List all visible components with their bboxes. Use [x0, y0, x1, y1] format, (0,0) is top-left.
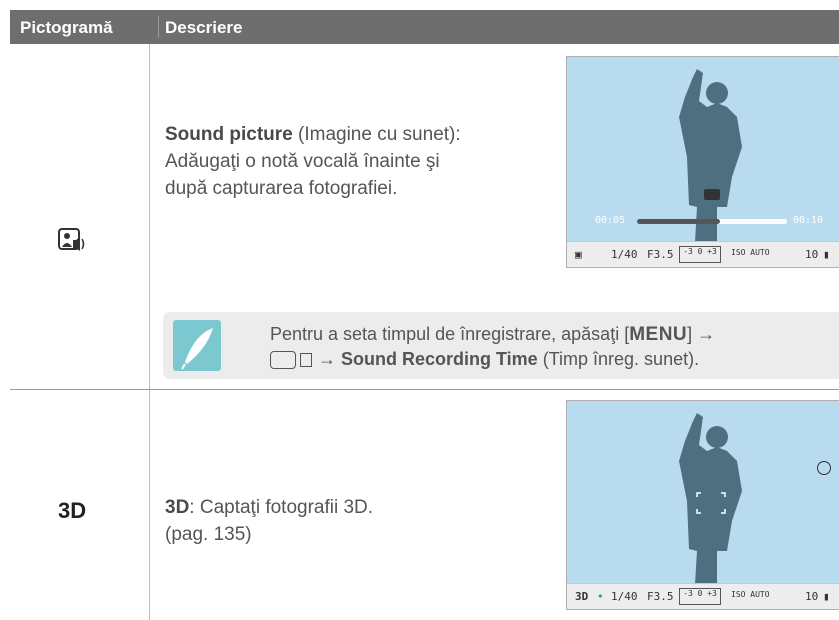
shots-remaining: 10 [805, 590, 819, 603]
recording-progress-fill [637, 219, 720, 224]
column-divider [149, 44, 150, 389]
note-line2-arrow: → [318, 349, 336, 369]
battery-icon: ▮ [823, 590, 830, 603]
recording-progress-bar [637, 219, 787, 224]
sound-picture-title-suffix: (Imagine cu sunet): [292, 124, 461, 145]
description-column-header: Descriere [165, 18, 243, 37]
header-divider [158, 16, 159, 38]
row-divider [10, 389, 839, 390]
menu-page-3-icon [300, 353, 312, 368]
shutter-speed: 1/40 [611, 590, 638, 603]
aperture-value: F3.5 [647, 248, 674, 261]
record-camera-icon [704, 189, 720, 200]
pen-tip-icon [173, 320, 221, 371]
icon-column-header: Pictogramă [20, 18, 113, 37]
sound-picture-title: Sound picture [165, 124, 293, 145]
aperture-value: F3.5 [647, 590, 674, 603]
3d-description: 3D: Captaţi fotografii 3D. (pag. 135) [165, 494, 373, 548]
sound-picture-description: Sound picture (Imagine cu sunet): Adăuga… [165, 121, 461, 202]
child-silhouette-image [679, 413, 742, 584]
3d-mode-icon: 3D [575, 590, 589, 603]
camera-settings-icon [270, 351, 296, 370]
exposure-scale: -3 0 +3 [679, 588, 721, 605]
recording-time-end: 00:10 [793, 215, 824, 226]
exposure-scale: -3 0 +3 [679, 246, 721, 263]
flash-off-icon [817, 461, 831, 475]
note-line2-suffix: (Timp înreg. sunet). [537, 349, 700, 369]
recording-time-start: 00:05 [595, 215, 626, 226]
3d-title: 3D [165, 497, 190, 518]
shutter-speed: 1/40 [611, 248, 638, 261]
table-header: Pictogramă Descriere [10, 10, 839, 44]
note-line1-prefix: Pentru a seta timpul de înregistrare, ap… [270, 324, 630, 344]
iso-indicator: ISO AUTO [731, 248, 770, 257]
3d-icon: 3D [58, 498, 87, 523]
3d-page-reference: (pag. 135) [165, 524, 252, 545]
note-line1-suffix: ] → [687, 324, 716, 344]
camera-status-bar: 3D • 1/40 F3.5 -3 0 +3 ISO AUTO 10 ▮ [567, 583, 839, 609]
focus-indicator-icon: • [597, 590, 604, 603]
sound-picture-icon [58, 226, 88, 261]
sound-picture-mode-icon: ▣ [575, 248, 582, 261]
3d-title-suffix: : Captaţi fotografii 3D. [189, 497, 374, 518]
sound-picture-line2: Adăugaţi o notă vocală înainte şi [165, 151, 440, 172]
sound-recording-time-option: Sound Recording Time [341, 349, 538, 369]
note-text: Pentru a seta timpul de înregistrare, ap… [270, 322, 715, 371]
iso-indicator: ISO AUTO [731, 590, 770, 599]
3d-camera-screen: 3D • 1/40 F3.5 -3 0 +3 ISO AUTO 10 ▮ [566, 400, 839, 610]
recording-time-note: Pentru a seta timpul de înregistrare, ap… [163, 312, 839, 379]
column-divider [149, 390, 150, 620]
shots-remaining: 10 [805, 248, 819, 261]
battery-icon: ▮ [823, 248, 830, 261]
menu-key: MENU [629, 324, 688, 345]
sound-picture-line3: după capturarea fotografiei. [165, 178, 398, 199]
camera-status-bar: ▣ 1/40 F3.5 -3 0 +3 ISO AUTO 10 ▮ [567, 241, 839, 267]
sound-picture-camera-screen: 00:05 00:10 ▣ 1/40 F3.5 -3 0 +3 ISO AUTO… [566, 56, 839, 268]
